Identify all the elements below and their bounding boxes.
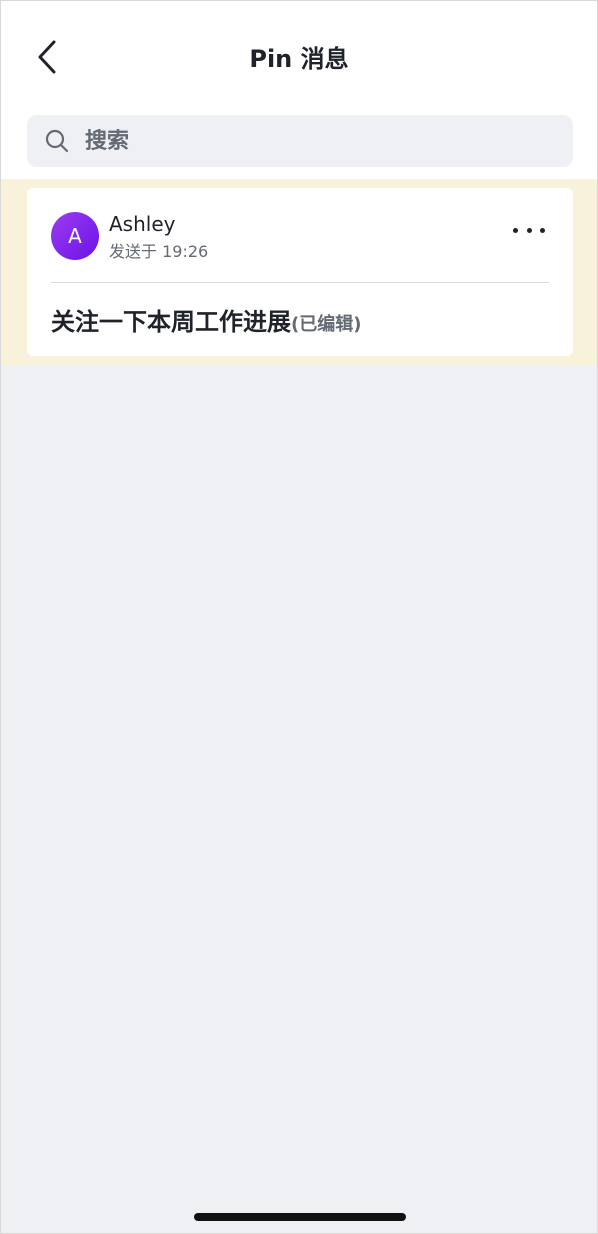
page-title: Pin 消息	[249, 45, 349, 73]
app-screen: Pin 消息 A Ashley 发送于 19:26 关注一下本周工作进展(已编辑…	[0, 0, 598, 1234]
more-dot-icon	[526, 227, 532, 233]
more-dot-icon	[540, 227, 545, 233]
edited-label: (已编辑)	[291, 314, 362, 335]
search-bar[interactable]	[27, 115, 573, 167]
divider	[51, 282, 549, 283]
sent-time: 发送于 19:26	[109, 242, 209, 261]
more-dot-icon	[513, 227, 518, 233]
more-button[interactable]	[509, 218, 549, 242]
search-icon	[45, 129, 69, 153]
message-text: 关注一下本周工作进展	[51, 308, 291, 336]
home-indicator	[194, 1213, 406, 1221]
avatar[interactable]: A	[51, 212, 99, 260]
author-name: Ashley	[109, 212, 176, 236]
message-content: 关注一下本周工作进展(已编辑)	[51, 302, 361, 337]
header: Pin 消息	[1, 1, 597, 179]
pinned-message-card[interactable]: A Ashley 发送于 19:26 关注一下本周工作进展(已编辑)	[27, 188, 573, 356]
search-input[interactable]	[85, 128, 505, 154]
